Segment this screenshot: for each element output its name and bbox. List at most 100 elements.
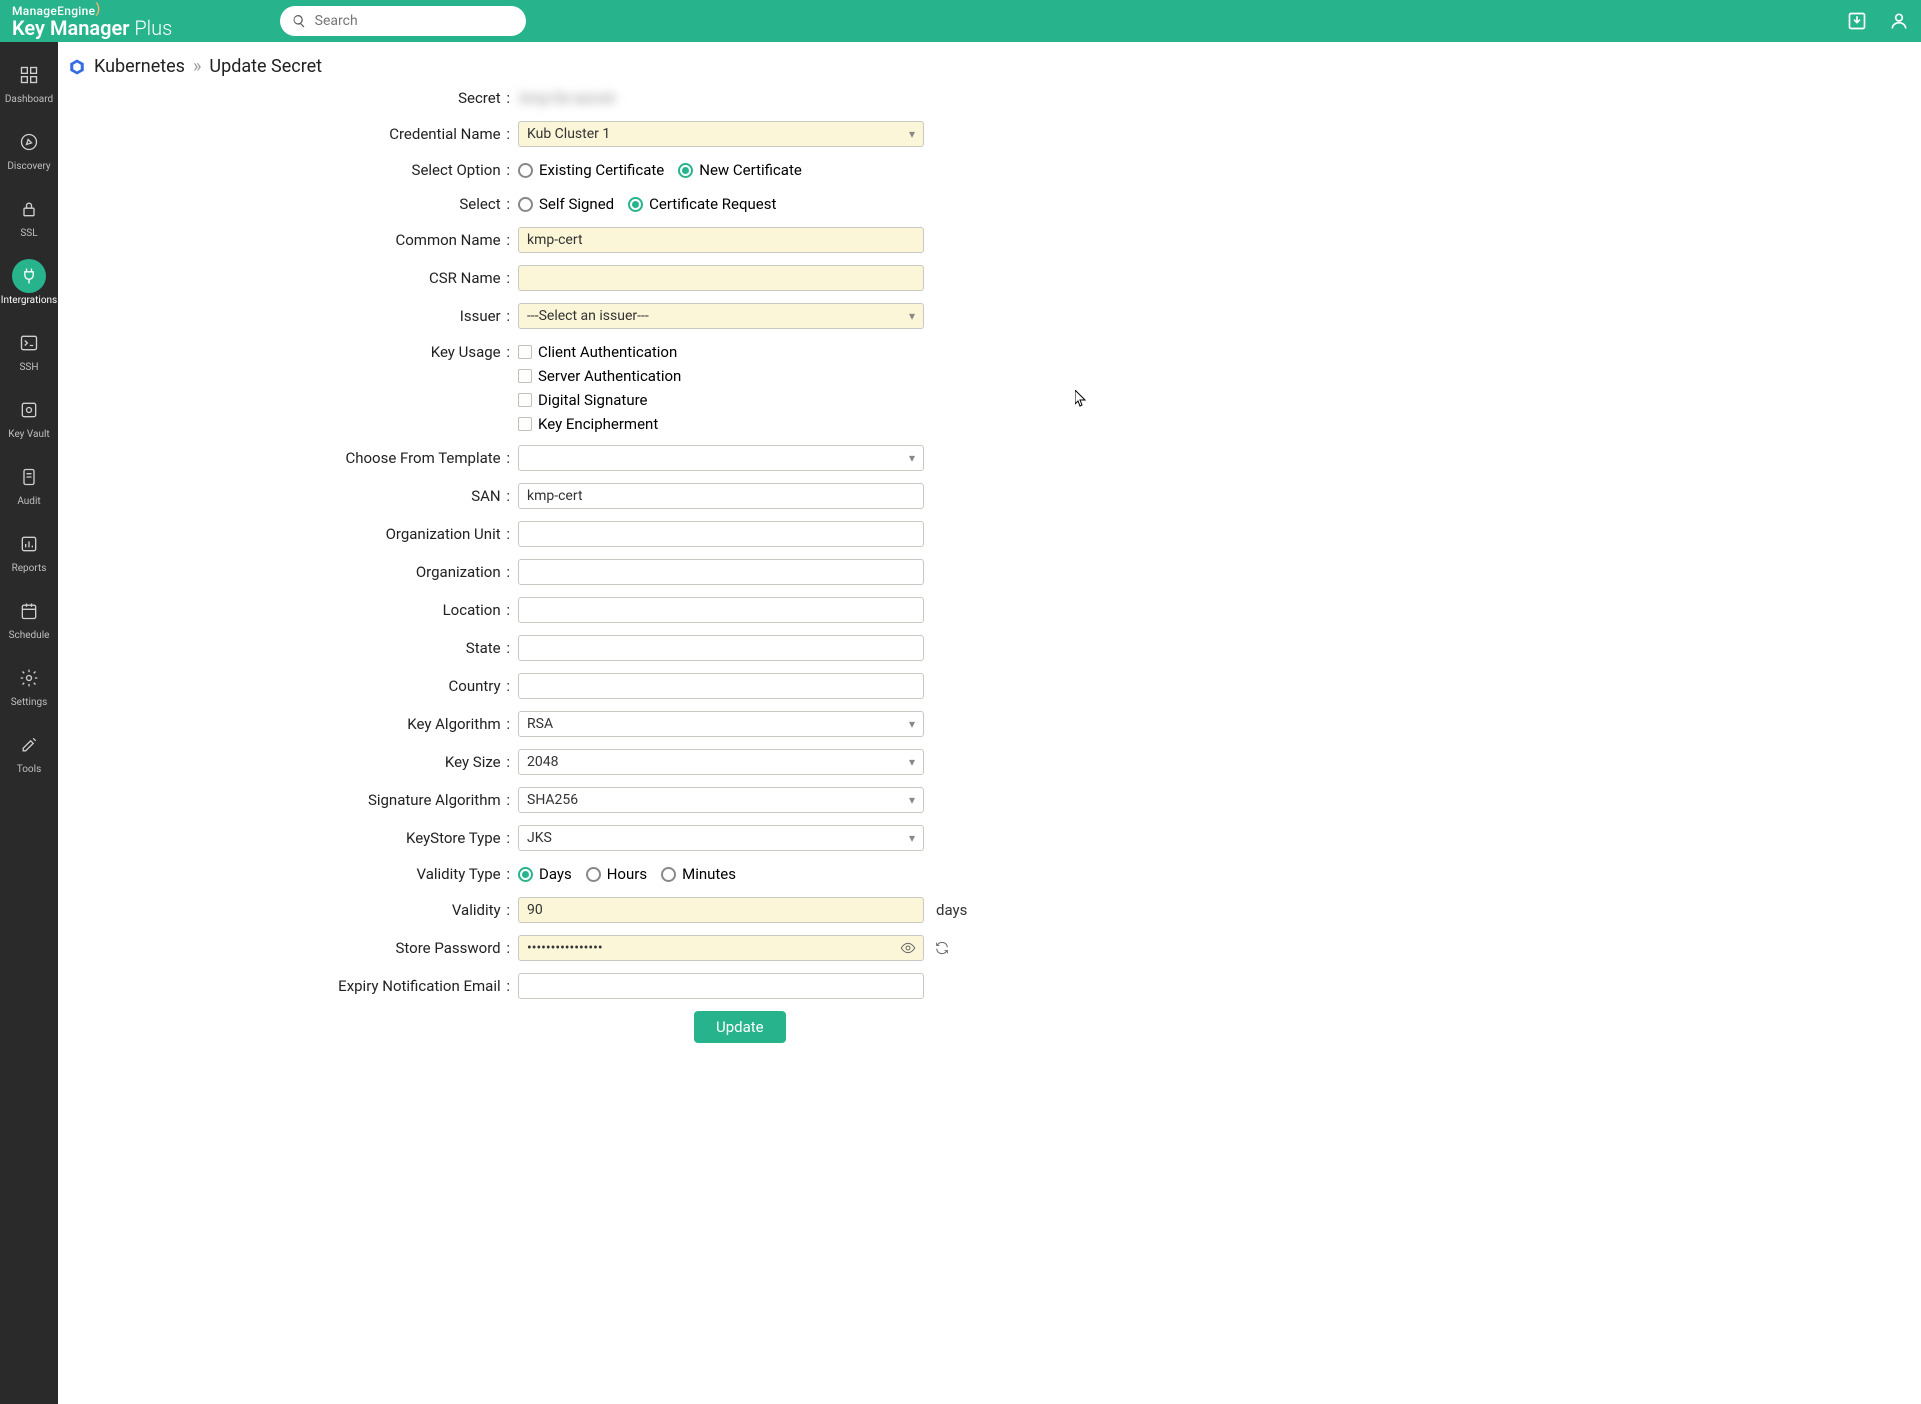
sidebar-item-schedule[interactable]: Schedule (0, 586, 58, 645)
sidebar-item-label: Settings (11, 697, 48, 708)
label-common-name: Common Name (395, 231, 500, 249)
label-key-algorithm: Key Algorithm (407, 715, 500, 733)
checkbox-server-auth[interactable]: Server Authentication (518, 367, 681, 385)
issuer-select[interactable]: ---Select an issuer--- ▾ (518, 303, 924, 329)
checkbox-key-encipherment[interactable]: Key Encipherment (518, 415, 681, 433)
label-org-unit: Organization Unit (386, 525, 501, 543)
top-bar-right (1847, 11, 1909, 31)
key-size-value: 2048 (527, 754, 558, 770)
sidebar-item-tools[interactable]: Tools (0, 720, 58, 779)
gear-icon (19, 668, 39, 688)
label-expiry-email: Expiry Notification Email (338, 977, 500, 995)
key-size-select[interactable]: 2048 ▾ (518, 749, 924, 775)
chevron-down-icon: ▾ (909, 793, 915, 807)
keystore-type-select[interactable]: JKS ▾ (518, 825, 924, 851)
signature-algorithm-value: SHA256 (527, 792, 578, 808)
label-san: SAN (471, 487, 500, 505)
label-choose-template: Choose From Template (345, 449, 500, 467)
sidebar-item-keyvault[interactable]: Key Vault (0, 385, 58, 444)
expiry-email-input[interactable] (518, 973, 924, 999)
user-icon[interactable] (1889, 11, 1909, 31)
chart-icon (19, 534, 39, 554)
state-input[interactable] (518, 635, 924, 661)
credential-name-select[interactable]: Kub Cluster 1 ▾ (518, 121, 924, 147)
issuer-value: ---Select an issuer--- (527, 308, 649, 324)
eye-icon[interactable] (900, 940, 916, 956)
label-state: State (466, 639, 501, 657)
sidebar-item-ssl[interactable]: SSL (0, 184, 58, 243)
breadcrumb-separator: » (193, 56, 201, 77)
label-select-option: Select Option (412, 161, 501, 179)
sidebar-item-settings[interactable]: Settings (0, 653, 58, 712)
key-algorithm-value: RSA (527, 716, 553, 732)
sidebar-item-label: SSH (19, 362, 38, 373)
credential-name-value: Kub Cluster 1 (527, 126, 610, 142)
vault-icon (19, 400, 39, 420)
radio-existing-certificate[interactable]: Existing Certificate (518, 161, 664, 179)
validity-input[interactable] (518, 897, 924, 923)
country-input[interactable] (518, 673, 924, 699)
sidebar-item-label: SSL (20, 228, 37, 239)
store-password-input[interactable] (518, 935, 924, 961)
radio-hours[interactable]: Hours (586, 865, 647, 883)
organization-input[interactable] (518, 559, 924, 585)
label-key-usage: Key Usage (431, 343, 501, 361)
label-validity-type: Validity Type (417, 865, 501, 883)
chevron-down-icon: ▾ (909, 755, 915, 769)
sidebar-item-reports[interactable]: Reports (0, 519, 58, 578)
radio-days[interactable]: Days (518, 865, 572, 883)
logo-line2-thin: Plus (129, 16, 172, 40)
radio-minutes[interactable]: Minutes (661, 865, 736, 883)
chevron-down-icon: ▾ (909, 309, 915, 323)
label-keystore-type: KeyStore Type (406, 829, 501, 847)
label-csr-name: CSR Name (429, 269, 501, 287)
breadcrumb-section[interactable]: Kubernetes (94, 56, 185, 77)
choose-template-select[interactable]: ▾ (518, 445, 924, 471)
product-logo: ManageEngine) Key Manager Plus (12, 4, 172, 38)
label-signature-algorithm: Signature Algorithm (368, 791, 501, 809)
sidebar-item-label: Audit (17, 496, 40, 507)
org-unit-input[interactable] (518, 521, 924, 547)
label-country: Country (449, 677, 501, 695)
chevron-down-icon: ▾ (909, 127, 915, 141)
san-input[interactable] (518, 483, 924, 509)
page-title: Update Secret (209, 56, 322, 77)
sidebar-item-label: Reports (12, 563, 47, 574)
download-icon[interactable] (1847, 11, 1867, 31)
lock-icon (19, 199, 39, 219)
chevron-down-icon: ▾ (909, 831, 915, 845)
checkbox-digital-signature[interactable]: Digital Signature (518, 391, 681, 409)
keystore-type-value: JKS (527, 830, 552, 846)
global-search[interactable] (280, 6, 526, 36)
calendar-icon (19, 601, 39, 621)
signature-algorithm-select[interactable]: SHA256 ▾ (518, 787, 924, 813)
logo-curve-icon: ) (95, 1, 100, 17)
radio-new-certificate[interactable]: New Certificate (678, 161, 802, 179)
sidebar-item-ssh[interactable]: SSH (0, 318, 58, 377)
sidebar-item-integrations[interactable]: Intergrations (0, 251, 58, 310)
refresh-icon[interactable] (934, 940, 950, 956)
update-secret-form: Secret : kmp-tls-secret Credential Name … (58, 87, 1921, 1043)
key-algorithm-select[interactable]: RSA ▾ (518, 711, 924, 737)
kubernetes-icon (68, 58, 86, 76)
location-input[interactable] (518, 597, 924, 623)
csr-name-input[interactable] (518, 265, 924, 291)
common-name-input[interactable] (518, 227, 924, 253)
sidebar-item-discovery[interactable]: Discovery (0, 117, 58, 176)
label-credential-name: Credential Name (389, 125, 500, 143)
chevron-down-icon: ▾ (909, 717, 915, 731)
radio-self-signed[interactable]: Self Signed (518, 195, 614, 213)
sidebar-item-label: Dashboard (5, 94, 53, 105)
top-bar: ManageEngine) Key Manager Plus (0, 0, 1921, 42)
sidebar-item-label: Intergrations (1, 295, 57, 306)
compass-icon (19, 132, 39, 152)
label-validity: Validity (452, 901, 501, 919)
radio-certificate-request[interactable]: Certificate Request (628, 195, 776, 213)
sidebar-item-audit[interactable]: Audit (0, 452, 58, 511)
checkbox-client-auth[interactable]: Client Authentication (518, 343, 681, 361)
label-key-size: Key Size (445, 753, 501, 771)
update-button[interactable]: Update (694, 1011, 786, 1043)
search-input[interactable] (315, 6, 515, 36)
plug-icon (19, 266, 39, 286)
sidebar-item-dashboard[interactable]: Dashboard (0, 50, 58, 109)
